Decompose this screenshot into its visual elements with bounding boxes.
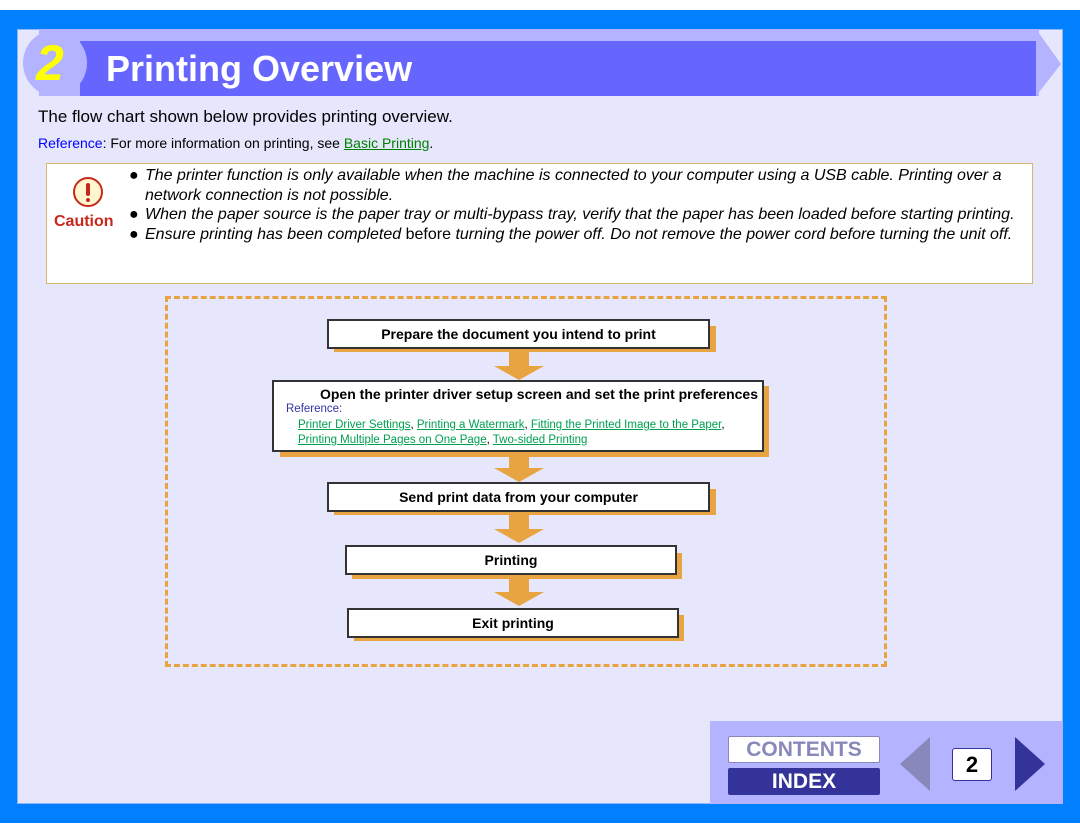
- flow-step-send-data: Send print data from your computer: [327, 482, 710, 512]
- flow-arrow-icon: [494, 352, 544, 382]
- header-arrow-tip: [1036, 29, 1061, 96]
- flow-step-exit: Exit printing: [347, 608, 679, 638]
- caution-item: ● Ensure printing has been completed befo…: [129, 225, 1024, 245]
- two-sided-printing-link[interactable]: Two-sided Printing: [493, 434, 588, 446]
- reference-end: .: [429, 135, 434, 151]
- bullet-icon: ●: [129, 167, 139, 184]
- flow-arrow-icon: [494, 515, 544, 545]
- caution-item-text: Ensure printing has been completed: [145, 225, 402, 243]
- page-number: 2: [952, 748, 992, 781]
- flow-step-printing: Printing: [345, 545, 677, 575]
- chapter-number: 2: [36, 35, 64, 91]
- printing-watermark-link[interactable]: Printing a Watermark: [417, 419, 525, 431]
- printer-driver-settings-link[interactable]: Printer Driver Settings: [298, 419, 410, 431]
- triangle-right-icon[interactable]: [1015, 737, 1045, 791]
- caution-item-text: turning the power off. Do not remove the…: [455, 225, 1013, 243]
- index-button[interactable]: INDEX: [728, 768, 880, 795]
- caution-item-text: When the paper source is the paper tray …: [145, 206, 1015, 223]
- caution-label: Caution: [54, 213, 114, 230]
- step-title: Open the printer driver setup screen and…: [319, 386, 758, 402]
- bullet-icon: ●: [129, 225, 139, 243]
- step-reference-label: Reference:: [286, 403, 343, 415]
- exclamation-circle-icon: [73, 177, 103, 207]
- step-reference-links: Printer Driver Settings, Printing a Wate…: [298, 419, 725, 446]
- basic-printing-link[interactable]: Basic Printing: [344, 135, 430, 151]
- intro-text: The flow chart shown below provides prin…: [38, 107, 453, 126]
- flow-step-driver-setup: Open the printer driver setup screen and…: [272, 380, 764, 452]
- page-title: Printing Overview: [106, 48, 413, 89]
- reference-label: Reference: [38, 135, 103, 151]
- contents-button[interactable]: CONTENTS: [728, 736, 880, 763]
- flow-step-prepare: Prepare the document you intend to print: [327, 319, 710, 349]
- reference-text: : For more information on printing, see: [102, 135, 344, 151]
- bullet-icon: ●: [129, 206, 139, 223]
- caution-item-text: before: [401, 225, 456, 243]
- flow-arrow-icon: [494, 578, 544, 608]
- triangle-left-icon[interactable]: [900, 737, 930, 791]
- caution-item: ● When the paper source is the paper tray…: [129, 205, 1024, 225]
- flow-arrow-icon: [494, 454, 544, 484]
- caution-item: ● The printer function is only available …: [129, 166, 1024, 205]
- multiple-pages-link[interactable]: Printing Multiple Pages on One Page: [298, 434, 487, 446]
- caution-item-text: The printer function is only available w…: [145, 167, 1002, 204]
- caution-box: Caution ● The printer function is only av…: [46, 163, 1033, 284]
- reference-line: Reference: For more information on print…: [38, 135, 433, 151]
- caution-list: ● The printer function is only available …: [129, 166, 1024, 244]
- caution-sidebar: Caution: [47, 164, 129, 283]
- fitting-image-link[interactable]: Fitting the Printed Image to the Paper: [531, 419, 722, 431]
